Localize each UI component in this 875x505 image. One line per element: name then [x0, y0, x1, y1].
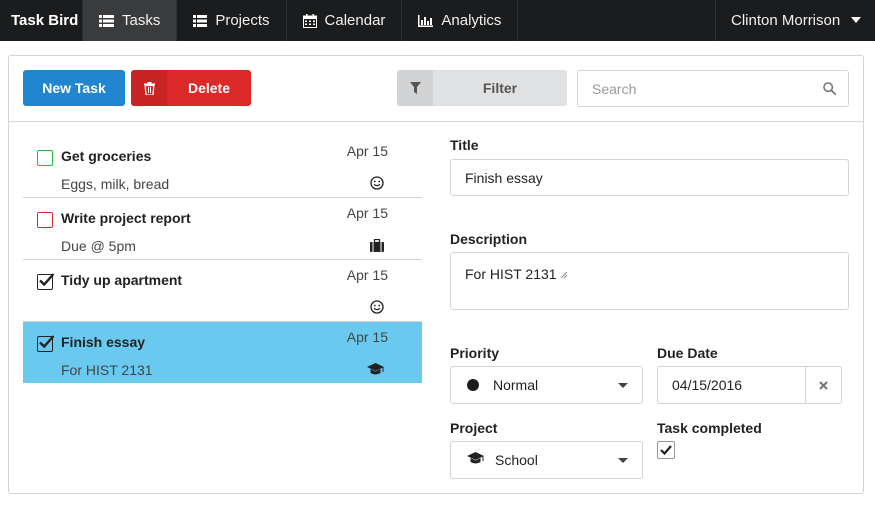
- search-box: [577, 70, 849, 107]
- task-completed-checkbox[interactable]: [657, 441, 675, 459]
- title-value: Finish essay: [465, 170, 543, 186]
- nav-tab-label: Analytics: [441, 12, 502, 29]
- task-checkbox[interactable]: [37, 150, 53, 166]
- priority-select[interactable]: Normal: [450, 366, 643, 404]
- title-label: Title: [450, 137, 479, 153]
- filter-icon: [397, 70, 433, 106]
- task-list: Get groceries Eggs, milk, bread Apr 15 W…: [23, 136, 422, 383]
- due-date-value: 04/15/2016: [672, 377, 743, 393]
- task-date: Apr 15: [346, 143, 388, 159]
- resize-handle-icon[interactable]: [560, 266, 568, 282]
- caret-down-icon: [618, 383, 628, 388]
- list-item-task[interactable]: Write project report Due @ 5pm Apr 15: [23, 198, 422, 260]
- nav-tab-label: Calendar: [324, 12, 386, 29]
- nav-tab-projects[interactable]: Projects: [177, 0, 287, 41]
- nav-tab-analytics[interactable]: Analytics: [402, 0, 519, 41]
- caret-down-icon: [851, 17, 861, 23]
- grid-list-icon: [193, 14, 208, 27]
- task-title: Write project report: [61, 210, 191, 226]
- list-icon: [99, 14, 114, 27]
- filter-button[interactable]: Filter: [397, 70, 567, 106]
- description-value: For HIST 2131: [465, 266, 557, 282]
- description-field[interactable]: For HIST 2131: [450, 252, 849, 310]
- nav-tab-calendar[interactable]: Calendar: [287, 0, 403, 41]
- task-checkbox-checked[interactable]: [37, 335, 55, 352]
- graduation-cap-icon: [367, 363, 384, 379]
- project-select[interactable]: School: [450, 441, 643, 479]
- delete-button[interactable]: Delete: [131, 70, 251, 106]
- priority-value: Normal: [493, 377, 539, 393]
- task-checkbox-checked[interactable]: [37, 273, 55, 290]
- caret-down-icon: [618, 458, 628, 463]
- list-item-task-selected[interactable]: Finish essay For HIST 2131 Apr 15: [23, 322, 422, 383]
- nav-tab-label: Tasks: [122, 12, 161, 29]
- list-item-task[interactable]: Get groceries Eggs, milk, bread Apr 15: [23, 136, 422, 198]
- app-brand[interactable]: Task Bird: [0, 0, 83, 41]
- bar-chart-icon: [418, 14, 434, 27]
- task-date: Apr 15: [346, 267, 388, 283]
- clear-date-icon[interactable]: [805, 367, 841, 403]
- project-label: Project: [450, 420, 498, 436]
- priority-label: Priority: [450, 345, 500, 361]
- project-value: School: [495, 452, 538, 468]
- due-date-field[interactable]: 04/15/2016: [657, 366, 842, 404]
- task-date: Apr 15: [346, 205, 388, 221]
- task-checkbox[interactable]: [37, 212, 53, 228]
- graduation-cap-icon: [467, 452, 484, 468]
- list-item-task[interactable]: Tidy up apartment Apr 15: [23, 260, 422, 322]
- user-name: Clinton Morrison: [731, 12, 841, 29]
- nav-tab-label: Projects: [215, 12, 270, 29]
- delete-label: Delete: [187, 80, 231, 96]
- smile-icon: [370, 176, 384, 193]
- task-detail-form: Title Finish essay Description For HIST …: [450, 136, 850, 481]
- briefcase-icon: [370, 238, 384, 255]
- search-icon[interactable]: [823, 82, 837, 98]
- trash-icon: [131, 70, 167, 106]
- new-task-button[interactable]: New Task: [23, 70, 125, 106]
- priority-dot-icon: [467, 379, 479, 391]
- calendar-icon: [302, 13, 317, 28]
- task-date: Apr 15: [346, 329, 388, 345]
- filter-label: Filter: [482, 80, 518, 96]
- task-title: Get groceries: [61, 148, 152, 164]
- task-description: Due @ 5pm: [61, 238, 136, 254]
- title-field[interactable]: Finish essay: [450, 159, 849, 196]
- nav-tab-tasks[interactable]: Tasks: [83, 0, 178, 41]
- task-title: Finish essay: [61, 334, 146, 350]
- description-label: Description: [450, 231, 528, 247]
- task-description: Eggs, milk, bread: [61, 176, 170, 192]
- user-menu-dropdown[interactable]: Clinton Morrison: [715, 0, 875, 41]
- due-date-label: Due Date: [657, 345, 718, 361]
- new-task-label: New Task: [42, 80, 106, 96]
- task-title: Tidy up apartment: [61, 272, 183, 288]
- task-description: For HIST 2131: [61, 362, 153, 378]
- toolbar: New Task Delete Filter: [9, 56, 863, 122]
- top-navbar: Task Bird Tasks Projects Calendar Analyt…: [0, 0, 875, 41]
- search-input[interactable]: [578, 71, 808, 106]
- smile-icon: [370, 300, 384, 317]
- task-completed-label: Task completed: [657, 420, 762, 436]
